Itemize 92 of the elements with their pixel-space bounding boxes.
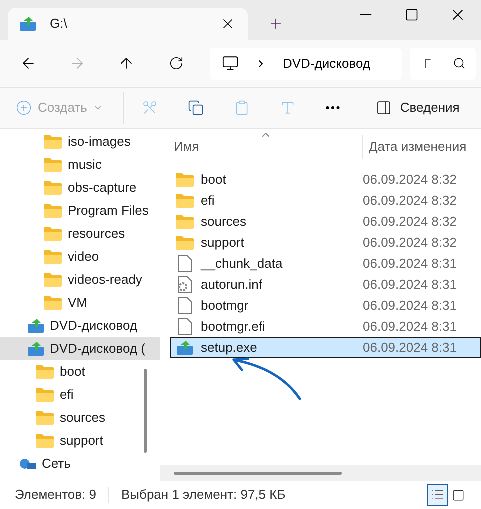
folder-icon (36, 364, 54, 378)
file-row[interactable]: sources 06.09.2024 8:32 (170, 211, 481, 232)
details-pane-icon (376, 100, 392, 116)
folder-icon (44, 158, 62, 172)
file-date: 06.09.2024 8:32 (363, 170, 457, 189)
file-date: 06.09.2024 8:31 (363, 338, 457, 357)
details-button[interactable]: Сведения (376, 98, 460, 118)
file-name: support (200, 234, 246, 252)
nav-item[interactable]: video (0, 245, 160, 268)
folder-icon (36, 410, 54, 424)
nav-item[interactable]: VM (0, 291, 160, 314)
file-row[interactable]: bootmgr.efi 06.09.2024 8:31 (170, 316, 481, 337)
folder-icon (36, 388, 54, 402)
file-icon (178, 318, 192, 335)
tab-title: G:\ (50, 15, 68, 34)
nav-item[interactable]: DVD-дисковод ( (0, 337, 160, 360)
computer-icon (222, 55, 239, 72)
column-header[interactable]: Дата изменения (363, 137, 467, 157)
nav-item[interactable]: boot (0, 360, 160, 383)
nav-item[interactable]: videos-ready (0, 268, 160, 291)
file-date: 06.09.2024 8:32 (363, 212, 457, 231)
window-tab[interactable]: G:\ (8, 8, 248, 40)
nav-item[interactable]: support (0, 429, 160, 452)
nav-item[interactable]: efi (0, 383, 160, 406)
file-row[interactable]: autorun.inf 06.09.2024 8:31 (170, 274, 481, 295)
selection-info: Выбран 1 элемент: 97,5 КБ (121, 486, 286, 504)
file-name: boot (200, 170, 228, 189)
nav-item[interactable]: Сеть (0, 452, 160, 475)
folder-icon (44, 204, 62, 218)
file-date: 06.09.2024 8:32 (363, 192, 457, 210)
file-date: 06.09.2024 8:31 (363, 318, 457, 336)
folder-icon (176, 236, 194, 250)
address-bar[interactable]: DVD-дисковод (210, 48, 402, 80)
scrollbar-thumb[interactable] (174, 472, 342, 474)
settings-file-icon (178, 276, 192, 293)
file-name: sources (200, 212, 248, 231)
file-date: 06.09.2024 8:31 (363, 254, 457, 273)
disc-drive-icon (20, 17, 36, 31)
disc-drive-icon (177, 340, 193, 354)
plus-icon (16, 100, 32, 116)
folder-icon (44, 134, 62, 148)
details-view-toggle[interactable] (427, 484, 448, 506)
file-row[interactable]: support 06.09.2024 8:32 (170, 232, 481, 253)
file-row[interactable]: boot 06.09.2024 8:32 (170, 169, 481, 190)
folder-icon (44, 180, 62, 194)
folder-icon (176, 194, 194, 208)
nav-item[interactable]: resources (0, 222, 160, 245)
file-name: setup.exe (200, 338, 258, 357)
scrollbar-thumb[interactable] (144, 369, 147, 453)
nav-item[interactable]: Program Files (0, 199, 160, 222)
file-name: efi (200, 192, 216, 210)
folder-icon (44, 296, 62, 310)
file-date: 06.09.2024 8:31 (363, 296, 457, 315)
folder-icon (44, 272, 62, 286)
file-name: bootmgr.efi (200, 318, 266, 336)
disc-drive-icon (28, 318, 44, 332)
file-row[interactable]: setup.exe 06.09.2024 8:31 (170, 337, 481, 358)
folder-icon (36, 434, 54, 448)
nav-item[interactable]: sources (0, 406, 160, 429)
file-date: 06.09.2024 8:32 (363, 234, 457, 252)
disc-drive-icon (28, 342, 44, 356)
file-date: 06.09.2024 8:31 (363, 276, 457, 294)
up-icon[interactable] (118, 55, 135, 72)
folder-icon (176, 214, 194, 228)
file-row[interactable]: efi 06.09.2024 8:32 (170, 190, 481, 211)
copy-icon[interactable] (188, 100, 204, 116)
file-row[interactable]: bootmgr 06.09.2024 8:31 (170, 295, 481, 316)
file-row[interactable]: __chunk_data 06.09.2024 8:31 (170, 253, 481, 274)
file-icon (178, 255, 192, 272)
file-name: autorun.inf (200, 276, 264, 294)
file-name: __chunk_data (200, 254, 284, 273)
search-field[interactable]: Г (410, 48, 476, 80)
maximize-icon[interactable] (405, 8, 419, 22)
nav-item[interactable]: iso-images (0, 130, 160, 153)
folder-icon (44, 226, 62, 240)
file-name: bootmgr (200, 296, 250, 315)
new-tab-icon[interactable] (268, 16, 284, 32)
arrow-drawing (232, 358, 302, 400)
item-count: Элементов: 9 (15, 486, 96, 504)
nav-item[interactable]: obs-capture (0, 176, 160, 199)
folder-icon (176, 172, 194, 186)
search-icon (453, 57, 466, 70)
folder-icon (44, 250, 62, 264)
file-icon (178, 297, 192, 314)
back-icon[interactable] (20, 55, 37, 72)
breadcrumb[interactable]: DVD-дисковод (283, 54, 370, 74)
tiles-view-icon (452, 488, 465, 502)
network-icon (20, 458, 36, 468)
nav-item[interactable]: DVD-дисковод (0, 314, 160, 337)
nav-item[interactable]: music (0, 153, 160, 176)
column-header[interactable]: Имя (160, 137, 362, 157)
refresh-icon[interactable] (169, 56, 184, 71)
